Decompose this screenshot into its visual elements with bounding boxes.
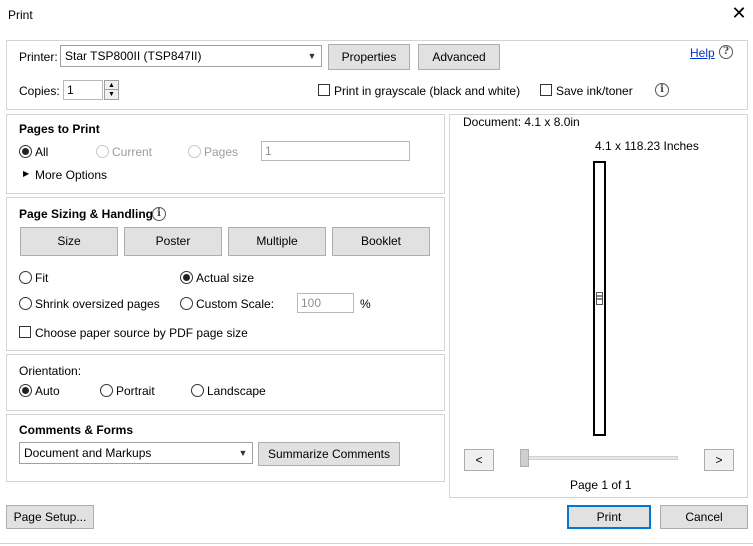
help-question-icon[interactable]: ? (719, 45, 733, 59)
page-sizing-info-icon[interactable]: i (152, 207, 166, 221)
tab-booklet[interactable]: Booklet (332, 227, 430, 256)
orientation-heading: Orientation: (19, 364, 82, 378)
help-link[interactable]: Help (690, 46, 715, 60)
comments-forms-heading: Comments & Forms (19, 423, 134, 437)
page-indicator: Page 1 of 1 (570, 478, 632, 492)
dialog-title: Print (8, 8, 33, 22)
more-options-toggle[interactable]: More Options (35, 168, 107, 182)
copies-input[interactable]: 1 (63, 80, 103, 100)
tab-size[interactable]: Size (20, 227, 118, 256)
properties-button[interactable]: Properties (328, 44, 410, 70)
custom-scale-input[interactable]: 100 (297, 293, 354, 313)
cancel-button[interactable]: Cancel (660, 505, 748, 529)
page-content-preview (596, 292, 603, 305)
custom-scale-label: Custom Scale: (196, 297, 275, 311)
chevron-down-icon: ▼ (238, 448, 248, 458)
paper-source-label: Choose paper source by PDF page size (35, 326, 248, 340)
custom-scale-radio[interactable] (180, 297, 193, 310)
comments-forms-select-value: Document and Markups (24, 446, 152, 460)
page-preview (593, 161, 606, 436)
comments-forms-select[interactable]: Document and Markups ▼ (19, 442, 253, 464)
pages-current-label: Current (112, 145, 153, 159)
copies-stepper[interactable]: ▲ ▼ (104, 80, 119, 100)
pages-range-radio[interactable] (188, 145, 201, 158)
tab-multiple[interactable]: Multiple (228, 227, 326, 256)
pages-all-label: All (35, 145, 49, 159)
actual-size-radio[interactable] (180, 271, 193, 284)
page-slider-thumb[interactable] (520, 449, 529, 467)
stepper-down-icon[interactable]: ▼ (105, 90, 118, 99)
page-slider-track[interactable] (520, 456, 678, 460)
advanced-button[interactable]: Advanced (418, 44, 500, 70)
printer-select[interactable]: Star TSP800II (TSP847II) ▼ (60, 45, 322, 67)
stepper-up-icon[interactable]: ▲ (105, 81, 118, 90)
document-size-label: Document: 4.1 x 8.0in (463, 115, 580, 129)
page-setup-button[interactable]: Page Setup... (6, 505, 94, 529)
paper-size-label: 4.1 x 118.23 Inches (595, 139, 699, 153)
pages-range-label: Pages (204, 145, 239, 159)
save-ink-label: Save ink/toner (556, 84, 633, 98)
orientation-auto-label: Auto (35, 384, 60, 398)
bottom-divider (0, 543, 753, 544)
chevron-down-icon: ▼ (307, 51, 317, 61)
printer-label: Printer: (19, 50, 58, 64)
close-icon[interactable]: ✕ (730, 4, 748, 22)
fit-radio[interactable] (19, 271, 32, 284)
shrink-label: Shrink oversized pages (35, 297, 160, 311)
pages-all-radio[interactable] (19, 145, 32, 158)
orientation-landscape-label: Landscape (207, 384, 266, 398)
orientation-portrait-radio[interactable] (100, 384, 113, 397)
percent-label: % (360, 297, 371, 311)
next-page-button[interactable]: > (704, 449, 734, 471)
expand-triangle-icon[interactable]: ▶ (23, 169, 29, 178)
previous-page-button[interactable]: < (464, 449, 494, 471)
orientation-landscape-radio[interactable] (191, 384, 204, 397)
info-icon[interactable]: i (655, 83, 669, 97)
grayscale-label: Print in grayscale (black and white) (334, 84, 521, 98)
printer-select-value: Star TSP800II (TSP847II) (65, 49, 202, 63)
tab-poster[interactable]: Poster (124, 227, 222, 256)
shrink-radio[interactable] (19, 297, 32, 310)
orientation-auto-radio[interactable] (19, 384, 32, 397)
orientation-panel (6, 354, 445, 411)
pages-current-radio[interactable] (96, 145, 109, 158)
pages-range-input[interactable]: 1 (261, 141, 410, 161)
save-ink-checkbox[interactable] (540, 84, 552, 96)
orientation-portrait-label: Portrait (116, 384, 155, 398)
summarize-comments-button[interactable]: Summarize Comments (258, 442, 400, 466)
paper-source-checkbox[interactable] (19, 326, 31, 338)
actual-size-label: Actual size (196, 271, 255, 285)
page-sizing-heading: Page Sizing & Handling (19, 207, 154, 221)
print-button[interactable]: Print (567, 505, 651, 529)
pages-to-print-heading: Pages to Print (19, 122, 100, 136)
fit-label: Fit (35, 271, 49, 285)
copies-label: Copies: (19, 84, 60, 98)
grayscale-checkbox[interactable] (318, 84, 330, 96)
